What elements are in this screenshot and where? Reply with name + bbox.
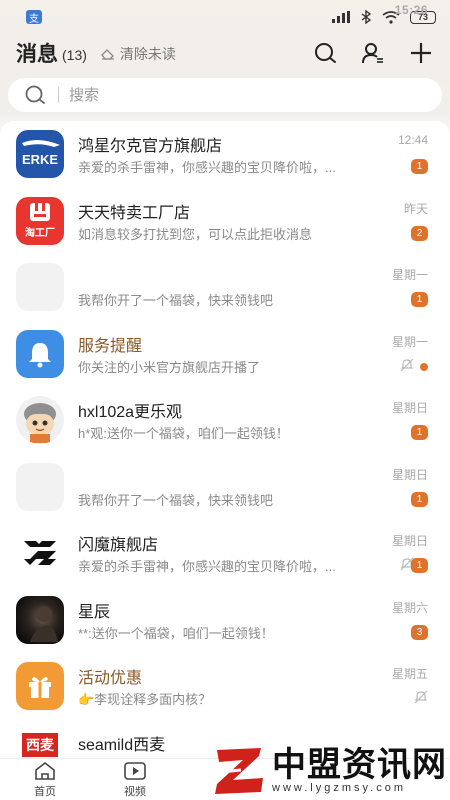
search-icon	[25, 85, 45, 104]
mute-icon	[400, 358, 414, 372]
conversation-time: 星期日	[391, 467, 428, 482]
conversation-name: 星辰	[78, 603, 111, 621]
store-avatar-shanmo	[16, 529, 64, 578]
unread-badge: 1	[411, 292, 428, 308]
bell-icon	[29, 342, 51, 368]
conversation-time: 星期日	[391, 534, 428, 549]
conversation-name: hxl102a更乐观	[78, 404, 183, 422]
watermark-logo-icon	[210, 742, 268, 798]
signal-icon	[332, 11, 350, 23]
promotion-avatar	[16, 662, 64, 711]
bluetooth-icon	[361, 10, 372, 24]
gift-icon	[29, 677, 51, 699]
clear-unread-button[interactable]: 清除未读	[101, 44, 176, 64]
conversation-item[interactable]: ERKE 鸿星尔克官方旗舰店 亲爱的杀手雷神，你感兴趣的宝贝降价啦，... 12…	[0, 121, 450, 188]
avatar-placeholder	[16, 263, 64, 312]
conversation-time: 星期五	[391, 667, 428, 682]
tab-home-label: 首页	[34, 785, 56, 798]
conversation-preview: 我帮你开了一个福袋，快来领钱吧	[78, 492, 274, 508]
search-button[interactable]	[312, 40, 338, 66]
conversation-item[interactable]: 淘工厂 天天特卖工厂店 如消息较多打扰到您，可以点此拒收消息 昨天 2	[0, 188, 450, 255]
messages-header: 消息 (13) 清除未读	[0, 36, 450, 70]
conversation-preview: 亲爱的杀手雷神，你感兴趣的宝贝降价啦，...	[78, 559, 336, 575]
conversation-list: ERKE 鸿星尔克官方旗舰店 亲爱的杀手雷神，你感兴趣的宝贝降价啦，... 12…	[0, 121, 450, 761]
conversation-item[interactable]: 星辰 **:送你一个福袋，咱们一起领钱！ 星期六 3	[0, 587, 450, 654]
video-icon	[124, 761, 146, 780]
conversation-name: 活动优惠	[78, 670, 143, 688]
conversation-preview: 👉李现诠释多面内核？	[78, 692, 212, 708]
erke-logo-text: ERKE	[22, 152, 58, 167]
seamild-logo-text: 西麦	[22, 732, 58, 757]
store-avatar-seamild: 西麦	[16, 728, 64, 761]
conversation-item[interactable]: hxl102a更乐观 h*观:送你一个福袋，咱们一起领钱！ 星期日 1	[0, 387, 450, 454]
tab-home[interactable]: 首页	[0, 759, 90, 800]
search-input[interactable]	[69, 86, 369, 104]
eraser-icon	[101, 49, 114, 60]
conversation-time: 星期一	[391, 334, 428, 349]
conversation-preview: h*观:送你一个福袋，咱们一起领钱！	[78, 426, 289, 442]
store-avatar-erke: ERKE	[16, 130, 64, 179]
unread-badge: 1	[411, 159, 428, 175]
plus-icon	[411, 43, 431, 63]
unread-badge: 3	[411, 624, 428, 640]
conversation-item[interactable]: 服务提醒 你关注的小米官方旗舰店开播了 星期一	[0, 321, 450, 388]
conversation-item[interactable]: 闪魔旗舰店 亲爱的杀手雷神，你感兴趣的宝贝降价啦，... 星期日 1	[0, 520, 450, 587]
conversation-preview: 如消息较多打扰到您，可以点此拒收消息	[78, 226, 313, 242]
conversation-name: 闪魔旗舰店	[78, 537, 159, 555]
unread-badge: 1	[411, 425, 428, 441]
tab-video-label: 视频	[124, 785, 146, 798]
search-divider	[58, 87, 59, 103]
conversation-item[interactable]: 我帮你开了一个福袋，快来领钱吧 星期一 1	[0, 254, 450, 321]
service-reminder-avatar	[16, 329, 64, 378]
message-count: (13)	[62, 46, 87, 63]
conversation-item[interactable]: 活动优惠 👉李现诠释多面内核？ 星期五	[0, 653, 450, 720]
conversation-name: seamild西麦	[78, 736, 166, 754]
search-icon	[315, 43, 336, 63]
conversation-time: 星期日	[391, 401, 428, 416]
taogongchang-logo-text: 淘工厂	[25, 228, 55, 240]
conversation-name: 天天特卖工厂店	[78, 204, 191, 222]
conversation-item[interactable]: 我帮你开了一个福袋，快来领钱吧 星期日 1	[0, 454, 450, 521]
add-button[interactable]	[408, 40, 434, 66]
conversation-name: 服务提醒	[78, 337, 143, 355]
clear-unread-label: 清除未读	[119, 46, 176, 62]
unread-dot	[420, 362, 428, 371]
home-icon	[35, 761, 55, 780]
search-bar[interactable]	[8, 78, 442, 112]
site-watermark: 中盟资讯网 www.lygzmsy.com	[210, 740, 448, 800]
watermark-url: www.lygzmsy.com	[272, 782, 407, 794]
conversation-time: 昨天	[403, 201, 428, 216]
store-avatar-taogongchang: 淘工厂	[16, 196, 64, 245]
page-title: 消息	[16, 43, 58, 66]
user-avatar-photo	[16, 595, 64, 644]
mute-icon	[414, 690, 428, 704]
tab-video[interactable]: 视频	[90, 759, 180, 800]
unread-badge: 1	[411, 558, 428, 574]
avatar-placeholder	[16, 462, 64, 511]
shanmo-logo-icon	[24, 541, 56, 566]
conversation-preview: **:送你一个福袋，咱们一起领钱！	[78, 625, 274, 641]
header-actions	[312, 40, 434, 66]
unread-badge: 1	[411, 491, 428, 507]
conversation-preview: 亲爱的杀手雷神，你感兴趣的宝贝降价啦，...	[78, 160, 336, 176]
user-avatar-cartoon	[16, 396, 64, 445]
status-time: 15:26	[394, 3, 428, 17]
contacts-icon	[362, 43, 383, 64]
contacts-button[interactable]	[360, 40, 386, 66]
conversation-time: 星期六	[391, 600, 428, 615]
watermark-title: 中盟资讯网	[272, 745, 447, 785]
status-bar: 15:26 支 73	[0, 0, 450, 34]
alipay-notification-icon: 支	[26, 10, 42, 25]
conversation-time: 星期一	[391, 268, 428, 283]
conversation-name: 鸿星尔克官方旗舰店	[78, 138, 223, 156]
unread-badge: 2	[411, 225, 428, 241]
conversation-time: 12:44	[397, 133, 428, 148]
conversation-preview: 我帮你开了一个福袋，快来领钱吧	[78, 293, 274, 309]
conversation-preview: 你关注的小米官方旗舰店开播了	[78, 359, 261, 375]
